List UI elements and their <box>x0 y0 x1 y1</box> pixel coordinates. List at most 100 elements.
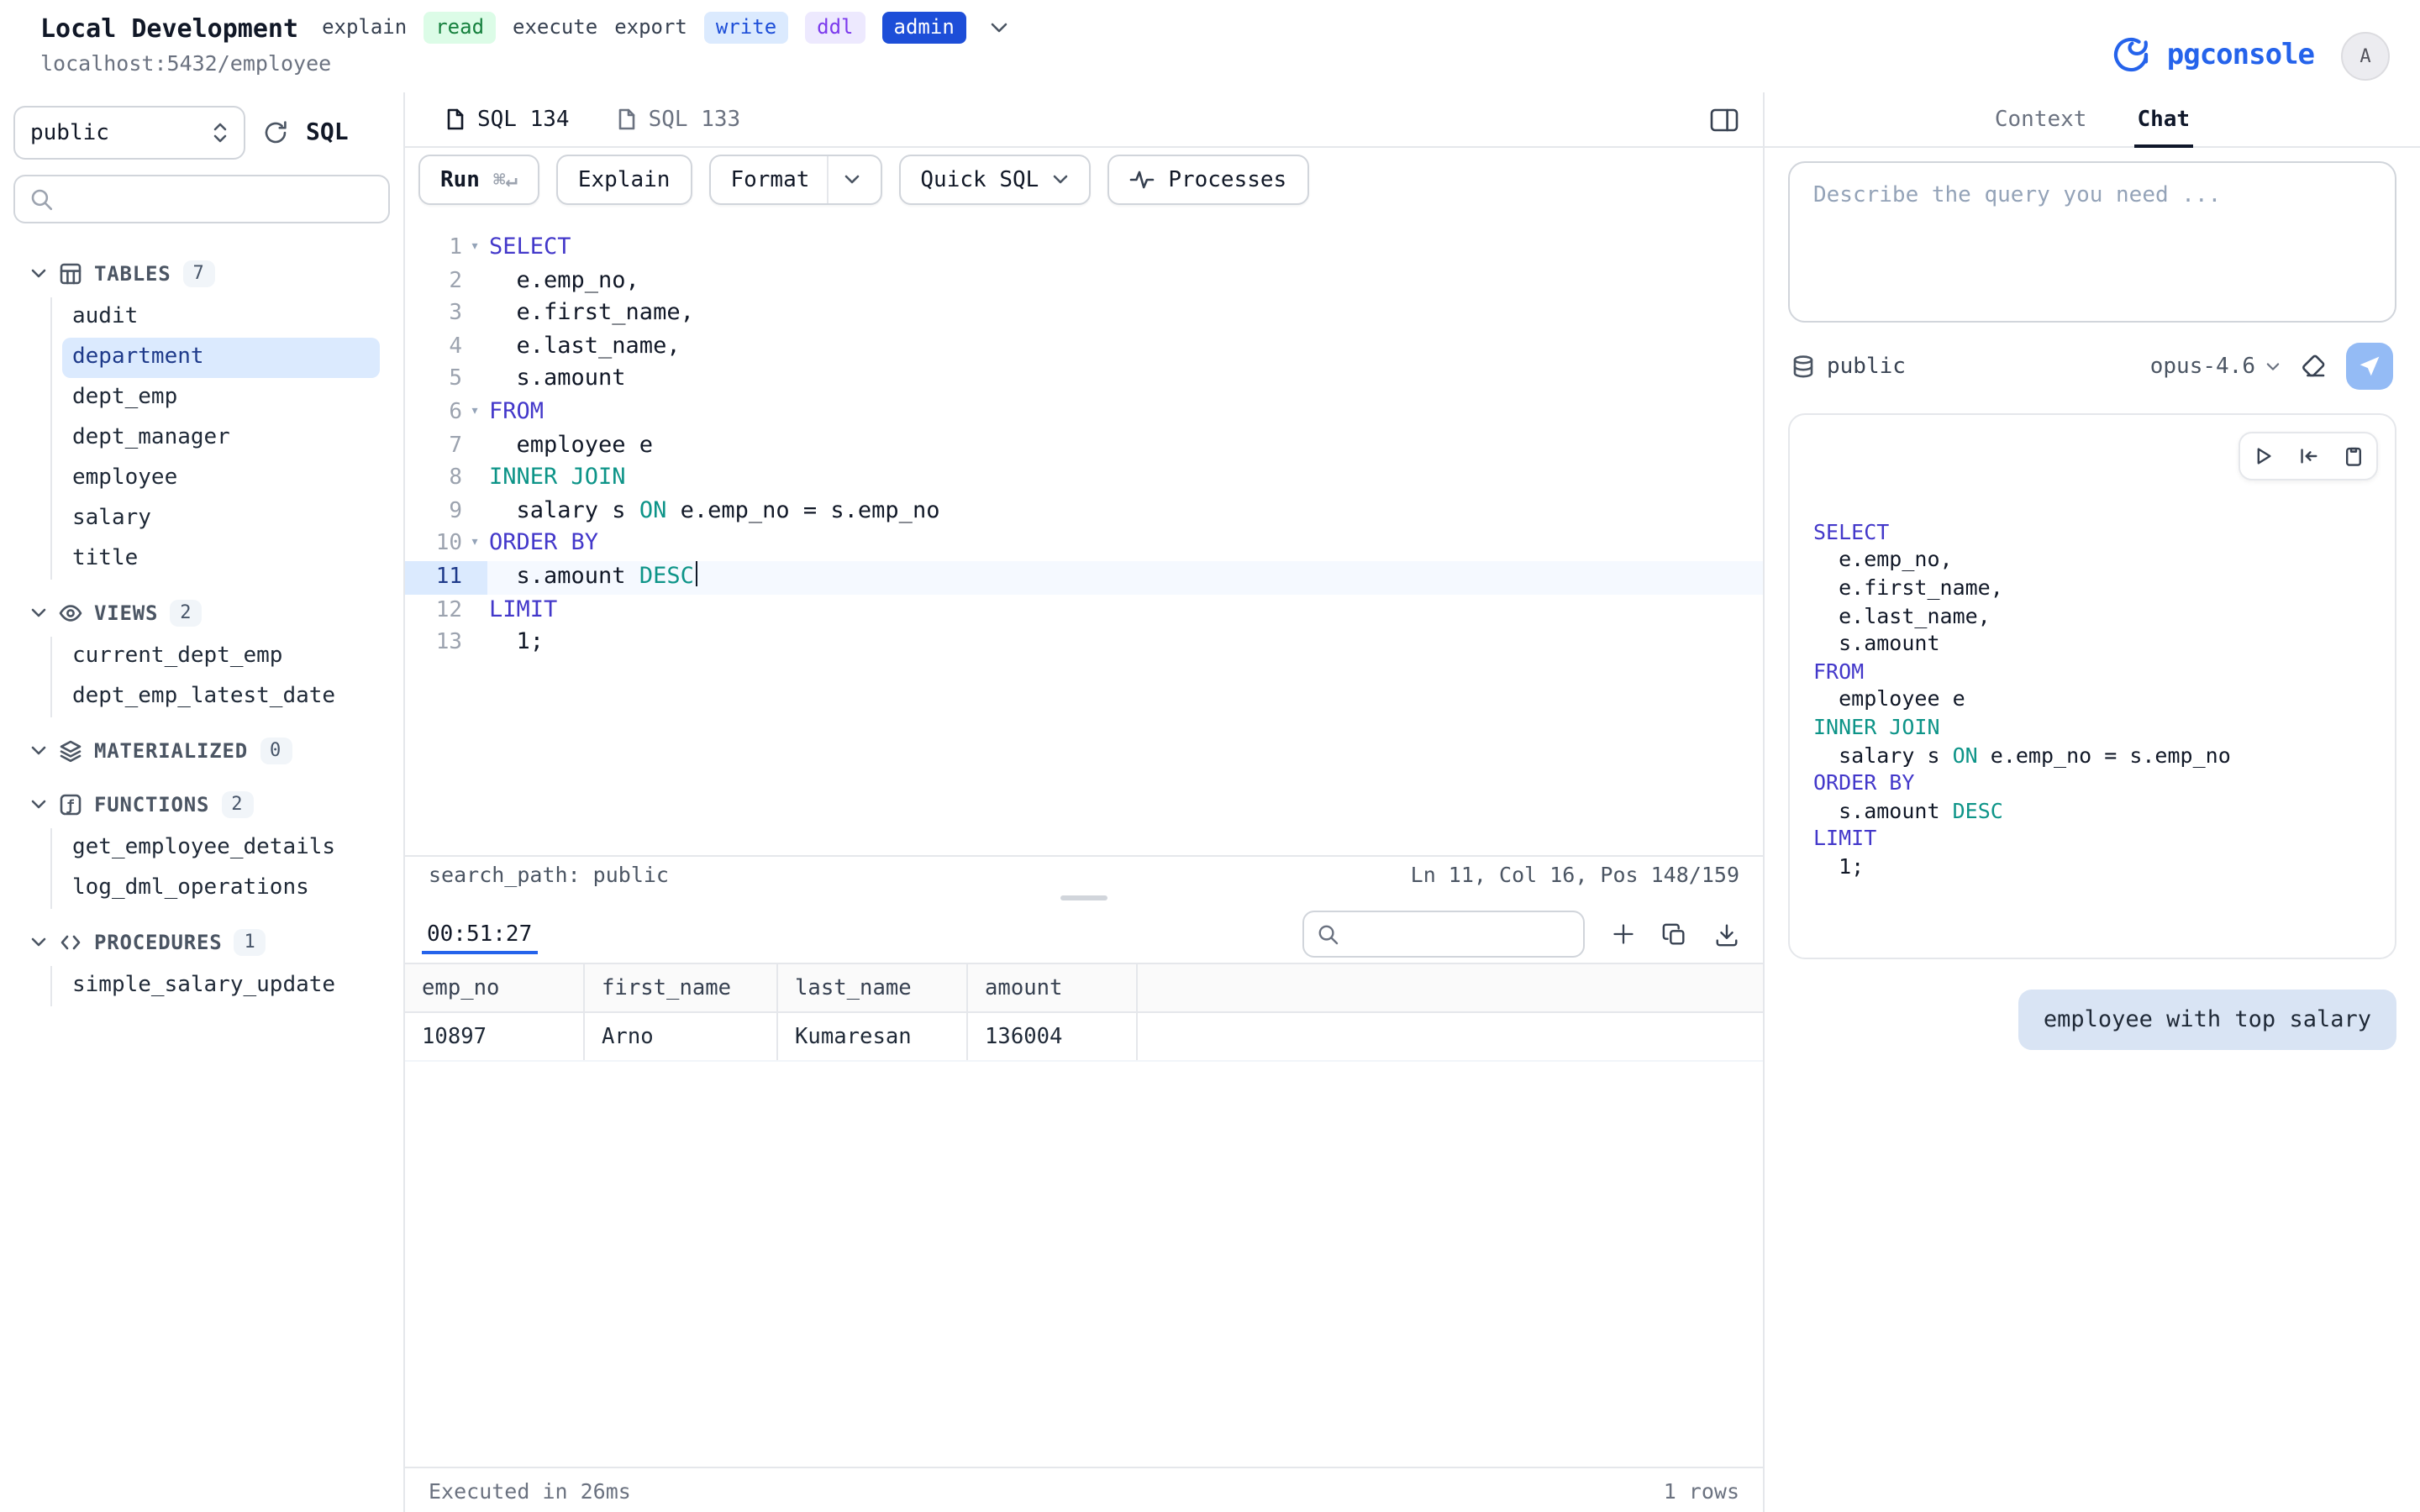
results-search[interactable] <box>1302 911 1585 958</box>
tree-item-dept_emp_latest_date[interactable]: dept_emp_latest_date <box>62 677 380 717</box>
editor-gutter[interactable]: 11 <box>405 561 487 594</box>
copy-results-button[interactable] <box>1662 921 1687 947</box>
tree-section-tables: TABLES 7 auditdepartmentdept_empdept_man… <box>0 254 403 580</box>
result-tab-timestamp[interactable]: 00:51:27 <box>422 906 537 963</box>
editor-line-text: e.emp_no, <box>487 265 1763 297</box>
editor-line-10[interactable]: 10▾ORDER BY <box>405 528 1763 561</box>
schema-context-chip[interactable]: public <box>1791 354 1906 379</box>
results-splitter-handle[interactable] <box>405 890 1763 906</box>
tree-item-salary[interactable]: salary <box>62 499 380 539</box>
editor-gutter[interactable]: 12 <box>405 594 487 627</box>
tree-item-department[interactable]: department <box>62 338 380 378</box>
tab-label: SQL 133 <box>649 107 741 132</box>
schema-select[interactable]: public <box>13 106 245 160</box>
processes-button[interactable]: Processes <box>1107 155 1308 205</box>
format-button[interactable]: Format <box>708 155 881 205</box>
explain-button[interactable]: Explain <box>556 155 692 205</box>
column-header-amount[interactable]: amount <box>968 964 1138 1011</box>
editor-gutter[interactable]: 8 <box>405 462 487 495</box>
editor-line-4[interactable]: 4 e.last_name, <box>405 331 1763 364</box>
editor-line-12[interactable]: 12LIMIT <box>405 594 1763 627</box>
editor-line-1[interactable]: 1▾SELECT <box>405 232 1763 265</box>
editor-line-text: INNER JOIN <box>487 462 1763 495</box>
format-dropdown-chevron[interactable] <box>826 156 860 203</box>
prompt-textarea[interactable] <box>1810 180 2381 311</box>
code-token: salary s <box>1813 742 1953 767</box>
editor-gutter[interactable]: 3 <box>405 297 487 330</box>
editor-gutter[interactable]: 6▾ <box>405 396 487 429</box>
tab-chat[interactable]: Chat <box>2133 92 2193 146</box>
tree-item-log_dml_operations[interactable]: log_dml_operations <box>62 869 380 909</box>
quick-sql-button[interactable]: Quick SQL <box>898 155 1091 205</box>
toggle-side-panel-button[interactable] <box>1709 105 1739 134</box>
editor-gutter[interactable]: 4 <box>405 331 487 364</box>
editor-line-9[interactable]: 9 salary s ON e.emp_no = s.emp_no <box>405 496 1763 528</box>
fold-marker-icon[interactable]: ▾ <box>462 396 487 429</box>
tree-item-dept_manager[interactable]: dept_manager <box>62 418 380 459</box>
editor-gutter[interactable]: 5 <box>405 364 487 396</box>
editor-line-11[interactable]: 11 s.amount DESC <box>405 561 1763 594</box>
clear-chat-button[interactable] <box>2301 354 2326 379</box>
model-select[interactable]: opus-4.6 <box>2150 354 2281 379</box>
editor-line-5[interactable]: 5 s.amount <box>405 364 1763 396</box>
add-result-tab-button[interactable] <box>1612 922 1635 946</box>
sql-editor[interactable]: 1▾SELECT2 e.emp_no,3 e.first_name,4 e.la… <box>405 212 1763 855</box>
editor-gutter[interactable]: 7 <box>405 429 487 462</box>
editor-line-7[interactable]: 7 employee e <box>405 429 1763 462</box>
code-token: e.emp_no = s.emp_no <box>666 497 939 524</box>
tab-context[interactable]: Context <box>1991 92 2091 146</box>
code-brackets-icon <box>59 931 82 954</box>
permission-badge-export: export <box>614 13 687 42</box>
tree-item-simple_salary_update[interactable]: simple_salary_update <box>62 966 380 1006</box>
editor-gutter[interactable]: 2 <box>405 265 487 297</box>
fold-marker-icon[interactable]: ▾ <box>462 528 487 561</box>
code-token: SELECT <box>1813 519 1889 544</box>
tree-item-current_dept_emp[interactable]: current_dept_emp <box>62 637 380 677</box>
editor-gutter[interactable]: 10▾ <box>405 528 487 561</box>
editor-line-6[interactable]: 6▾FROM <box>405 396 1763 429</box>
tree-header-tables[interactable]: TABLES 7 <box>0 254 403 294</box>
editor-line-3[interactable]: 3 e.first_name, <box>405 297 1763 330</box>
column-header-last_name[interactable]: last_name <box>778 964 968 1011</box>
run-suggested-query-button[interactable] <box>2240 433 2286 479</box>
tree-item-get_employee_details[interactable]: get_employee_details <box>62 828 380 869</box>
results-toolbar: 00:51:27 <box>405 906 1763 964</box>
column-header-first_name[interactable]: first_name <box>585 964 778 1011</box>
sidebar-search-input[interactable] <box>66 185 373 213</box>
send-button[interactable] <box>2346 343 2393 390</box>
connection-menu-chevron-icon[interactable] <box>990 20 1008 35</box>
column-header-emp_no[interactable]: emp_no <box>405 964 585 1011</box>
editor-gutter[interactable]: 1▾ <box>405 232 487 265</box>
run-button[interactable]: Run ⌘↵ <box>418 155 539 205</box>
tree-header-materialized[interactable]: MATERIALIZED 0 <box>0 731 403 771</box>
app-root: Local Development explainreadexecuteexpo… <box>0 0 2420 1512</box>
copy-code-button[interactable] <box>2331 433 2376 479</box>
insert-into-editor-button[interactable] <box>2286 433 2331 479</box>
editor-line-8[interactable]: 8INNER JOIN <box>405 462 1763 495</box>
editor-gutter[interactable]: 9 <box>405 496 487 528</box>
editor-statusbar: search_path: public Ln 11, Col 16, Pos 1… <box>405 855 1763 890</box>
section-label: FUNCTIONS <box>94 793 209 816</box>
refresh-button[interactable] <box>262 119 289 146</box>
tree-item-employee[interactable]: employee <box>62 459 380 499</box>
table-row[interactable]: 10897ArnoKumaresan136004 <box>405 1013 1763 1062</box>
chat-code-lines: SELECT e.emp_no, e.first_name, e.last_na… <box>1813 519 2371 881</box>
tree-header-views[interactable]: VIEWS 2 <box>0 593 403 633</box>
tab-sql-133[interactable]: SQL 133 <box>593 92 765 146</box>
editor-line-13[interactable]: 13 1; <box>405 627 1763 659</box>
editor-gutter[interactable]: 13 <box>405 627 487 659</box>
tree-header-procedures[interactable]: PROCEDURES 1 <box>0 922 403 963</box>
sql-mode-label[interactable]: SQL <box>306 119 349 146</box>
download-results-button[interactable] <box>1714 921 1739 947</box>
tree-header-functions[interactable]: ƒ FUNCTIONS 2 <box>0 785 403 825</box>
code-actions-group <box>2238 432 2378 480</box>
tree-item-title[interactable]: title <box>62 539 380 580</box>
tree-item-audit[interactable]: audit <box>62 297 380 338</box>
results-search-input[interactable] <box>1349 921 1570 948</box>
editor-line-2[interactable]: 2 e.emp_no, <box>405 265 1763 297</box>
tab-sql-134[interactable]: SQL 134 <box>422 92 593 146</box>
tree-item-dept_emp[interactable]: dept_emp <box>62 378 380 418</box>
user-avatar[interactable]: A <box>2341 31 2390 80</box>
sidebar-search[interactable] <box>13 175 390 223</box>
fold-marker-icon[interactable]: ▾ <box>462 232 487 265</box>
